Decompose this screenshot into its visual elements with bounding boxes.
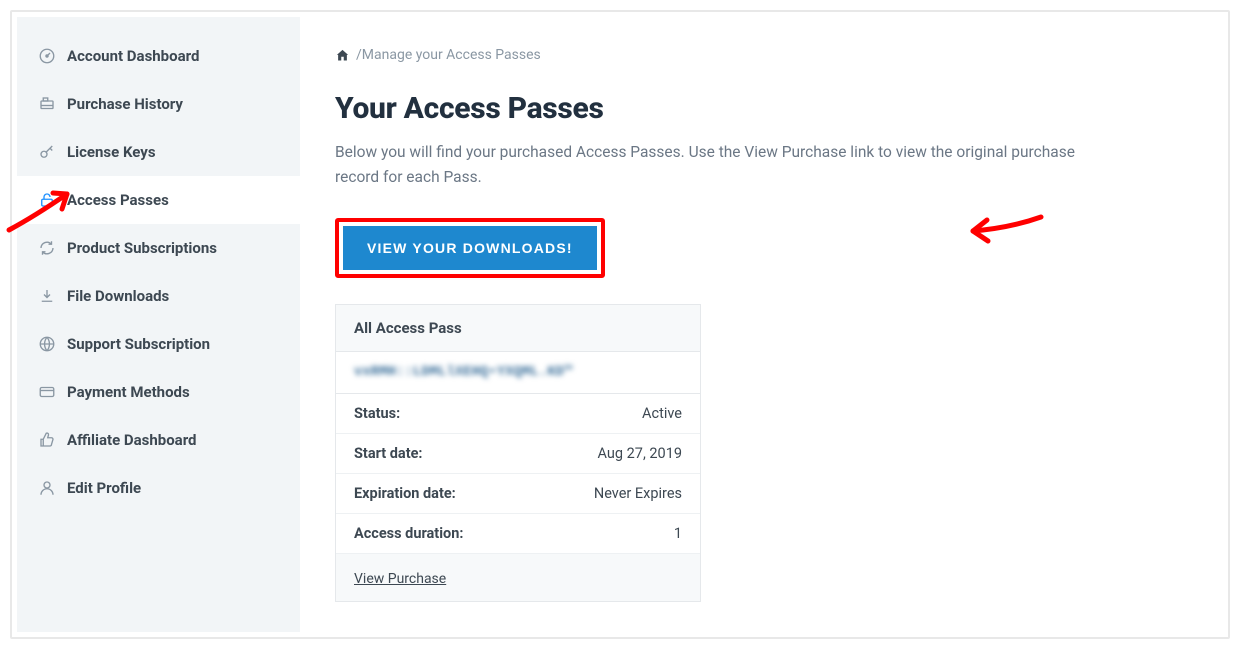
- home-icon[interactable]: [335, 48, 350, 63]
- sidebar-item-label: Edit Profile: [67, 479, 141, 497]
- annotation-arrow-right: [955, 203, 1045, 253]
- globe-icon: [37, 334, 57, 354]
- redacted-text: vxRMH::LDMLlXEHQ•YXQML.KD™: [336, 352, 700, 392]
- sidebar-item-label: Support Subscription: [67, 335, 210, 353]
- sidebar-item-support-subscription[interactable]: Support Subscription: [17, 320, 300, 368]
- detail-key: Expiration date:: [354, 485, 456, 502]
- view-downloads-button[interactable]: VIEW YOUR DOWNLOADS!: [343, 226, 597, 270]
- sidebar-item-label: Access Passes: [67, 191, 169, 209]
- detail-row-status: Status: Active: [336, 394, 700, 434]
- user-icon: [37, 478, 57, 498]
- access-pass-card: All Access Pass vxRMH::LDMLlXEHQ•YXQML.K…: [335, 304, 701, 602]
- annotation-highlight-box: VIEW YOUR DOWNLOADS!: [335, 218, 605, 278]
- detail-row-expiration: Expiration date: Never Expires: [336, 474, 700, 514]
- card-redacted-row: vxRMH::LDMLlXEHQ•YXQML.KD™: [336, 352, 700, 394]
- detail-value: Aug 27, 2019: [598, 445, 682, 462]
- sidebar-item-account-dashboard[interactable]: Account Dashboard: [17, 32, 300, 80]
- sidebar-item-edit-profile[interactable]: Edit Profile: [17, 464, 300, 512]
- breadcrumb: / Manage your Access Passes: [335, 47, 1188, 63]
- page-description: Below you will find your purchased Acces…: [335, 140, 1095, 190]
- detail-row-duration: Access duration: 1: [336, 514, 700, 554]
- sidebar-item-label: Affiliate Dashboard: [67, 431, 197, 449]
- unlock-icon: [37, 190, 57, 210]
- sidebar-item-label: License Keys: [67, 143, 156, 161]
- sidebar-item-affiliate-dashboard[interactable]: Affiliate Dashboard: [17, 416, 300, 464]
- breadcrumb-current: Manage your Access Passes: [362, 47, 541, 63]
- sidebar-item-product-subscriptions[interactable]: Product Subscriptions: [17, 224, 300, 272]
- card-footer: View Purchase: [336, 554, 700, 601]
- sidebar-item-payment-methods[interactable]: Payment Methods: [17, 368, 300, 416]
- sidebar-item-label: Account Dashboard: [67, 47, 199, 65]
- detail-key: Start date:: [354, 445, 423, 462]
- dashboard-icon: [37, 46, 57, 66]
- main-content: / Manage your Access Passes Your Access …: [300, 17, 1223, 632]
- sidebar-item-label: Purchase History: [67, 95, 183, 113]
- card-icon: [37, 382, 57, 402]
- detail-row-start-date: Start date: Aug 27, 2019: [336, 434, 700, 474]
- sidebar-item-file-downloads[interactable]: File Downloads: [17, 272, 300, 320]
- detail-value: Never Expires: [594, 485, 682, 502]
- page-title: Your Access Passes: [335, 91, 1188, 126]
- sidebar-item-label: File Downloads: [67, 287, 169, 305]
- card-title: All Access Pass: [336, 305, 700, 352]
- sidebar-item-license-keys[interactable]: License Keys: [17, 128, 300, 176]
- detail-key: Status:: [354, 405, 400, 422]
- sidebar-item-access-passes[interactable]: Access Passes: [17, 176, 300, 224]
- thumbs-up-icon: [37, 430, 57, 450]
- refresh-icon: [37, 238, 57, 258]
- sidebar-item-label: Payment Methods: [67, 383, 190, 401]
- detail-value: 1: [674, 525, 682, 542]
- view-purchase-link[interactable]: View Purchase: [354, 571, 446, 587]
- sidebar-item-purchase-history[interactable]: Purchase History: [17, 80, 300, 128]
- detail-key: Access duration:: [354, 525, 463, 542]
- key-icon: [37, 142, 57, 162]
- detail-value: Active: [642, 405, 682, 422]
- download-icon: [37, 286, 57, 306]
- sidebar-item-label: Product Subscriptions: [67, 239, 217, 257]
- sidebar: Account Dashboard Purchase History Licen…: [17, 17, 300, 632]
- cash-register-icon: [37, 94, 57, 114]
